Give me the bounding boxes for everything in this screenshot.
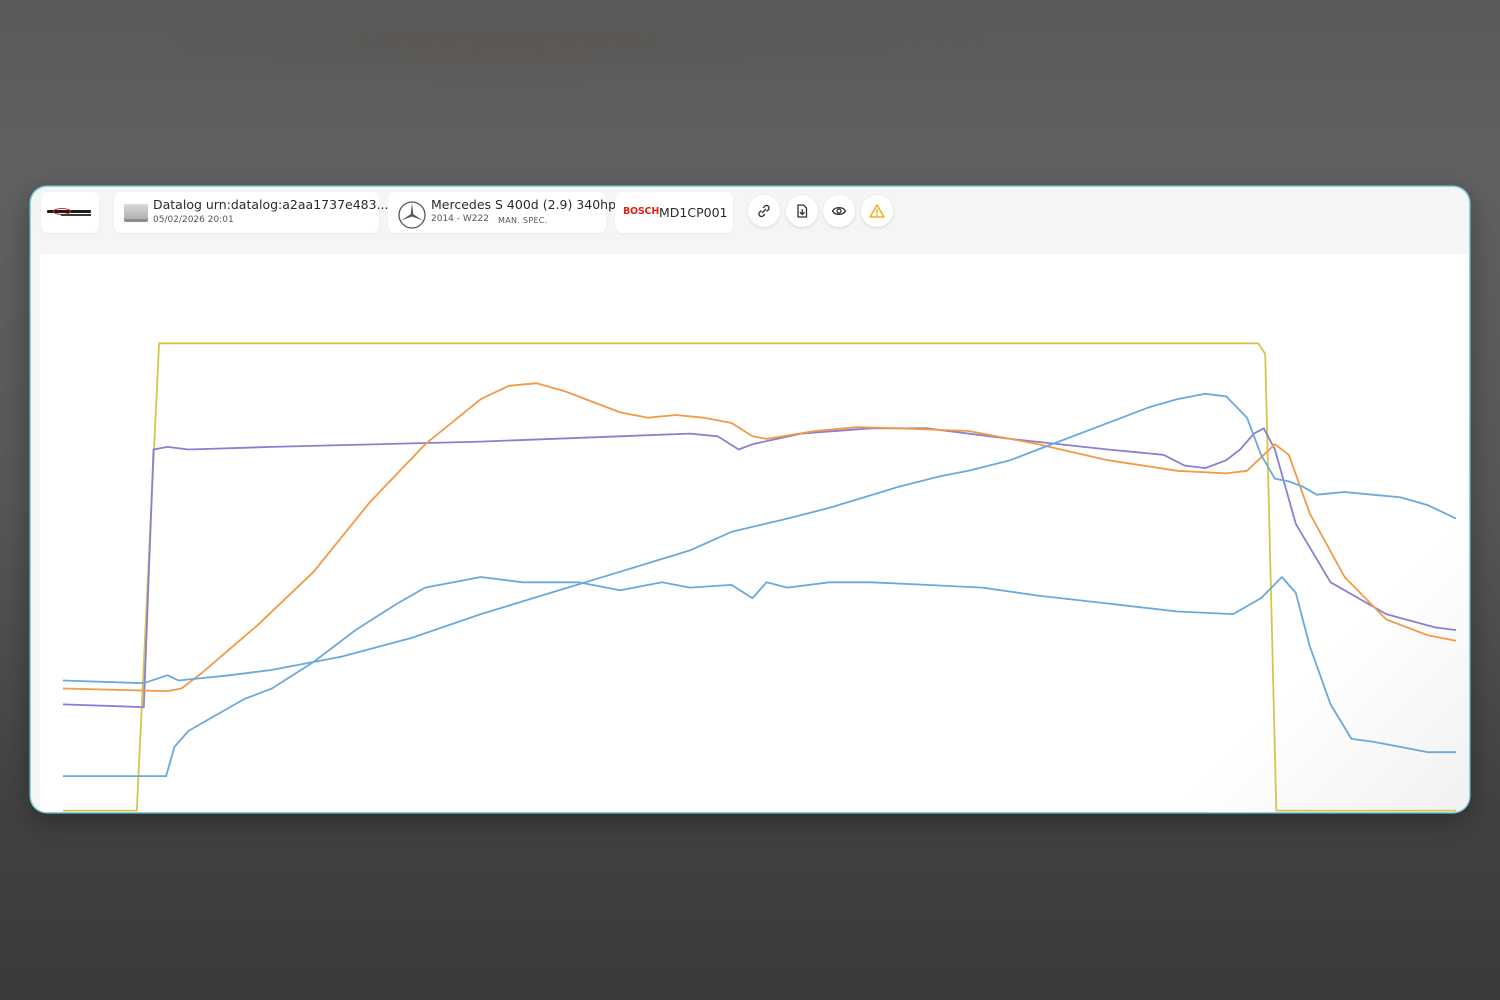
download-button[interactable]: [786, 195, 818, 227]
datalog-title: Datalog urn:datalog:a2aa1737e483...: [153, 197, 389, 212]
warning-button[interactable]: [861, 195, 893, 227]
ecu-brand: BOSCH: [623, 206, 660, 217]
toolbar: Datalog urn:datalog:a2aa1737e483... 05/0…: [31, 187, 1469, 253]
datalog-info-card[interactable]: Datalog urn:datalog:a2aa1737e483... 05/0…: [114, 192, 389, 233]
ecu-device-icon: [124, 204, 148, 222]
vehicle-info-card[interactable]: Mercedes S 400d (2.9) 340hp 2014 - W222 …: [388, 192, 616, 233]
blurred-background-header: [180, 20, 1000, 70]
chart-plot-area[interactable]: [40, 254, 1469, 812]
link-icon: [758, 204, 770, 218]
ecu-model: MD1CP001: [659, 205, 728, 220]
warning-icon: [869, 204, 885, 218]
spec-label: MAN. SPEC.: [498, 216, 548, 225]
vehicle-title: Mercedes S 400d (2.9) 340hp: [431, 197, 617, 212]
series-line-5: [63, 576, 1456, 777]
datalog-chart[interactable]: [40, 254, 1469, 812]
company-logo[interactable]: [41, 192, 99, 233]
view-button[interactable]: [823, 195, 855, 227]
series-line-1: [63, 342, 1456, 812]
link-button[interactable]: [748, 195, 780, 227]
download-icon: [797, 204, 808, 218]
mercedes-logo-icon: [398, 201, 426, 229]
datalog-timestamp: 05/02/2026 20:01: [153, 215, 234, 225]
vehicle-subtitle: 2014 - W222: [431, 214, 489, 224]
series-line-3: [62, 382, 1457, 693]
ecu-info-card[interactable]: BOSCH MD1CP001: [615, 192, 733, 233]
datalog-window: Datalog urn:datalog:a2aa1737e483... 05/0…: [31, 187, 1469, 812]
company-logo-mark: [47, 208, 93, 218]
eye-icon: [831, 206, 847, 216]
